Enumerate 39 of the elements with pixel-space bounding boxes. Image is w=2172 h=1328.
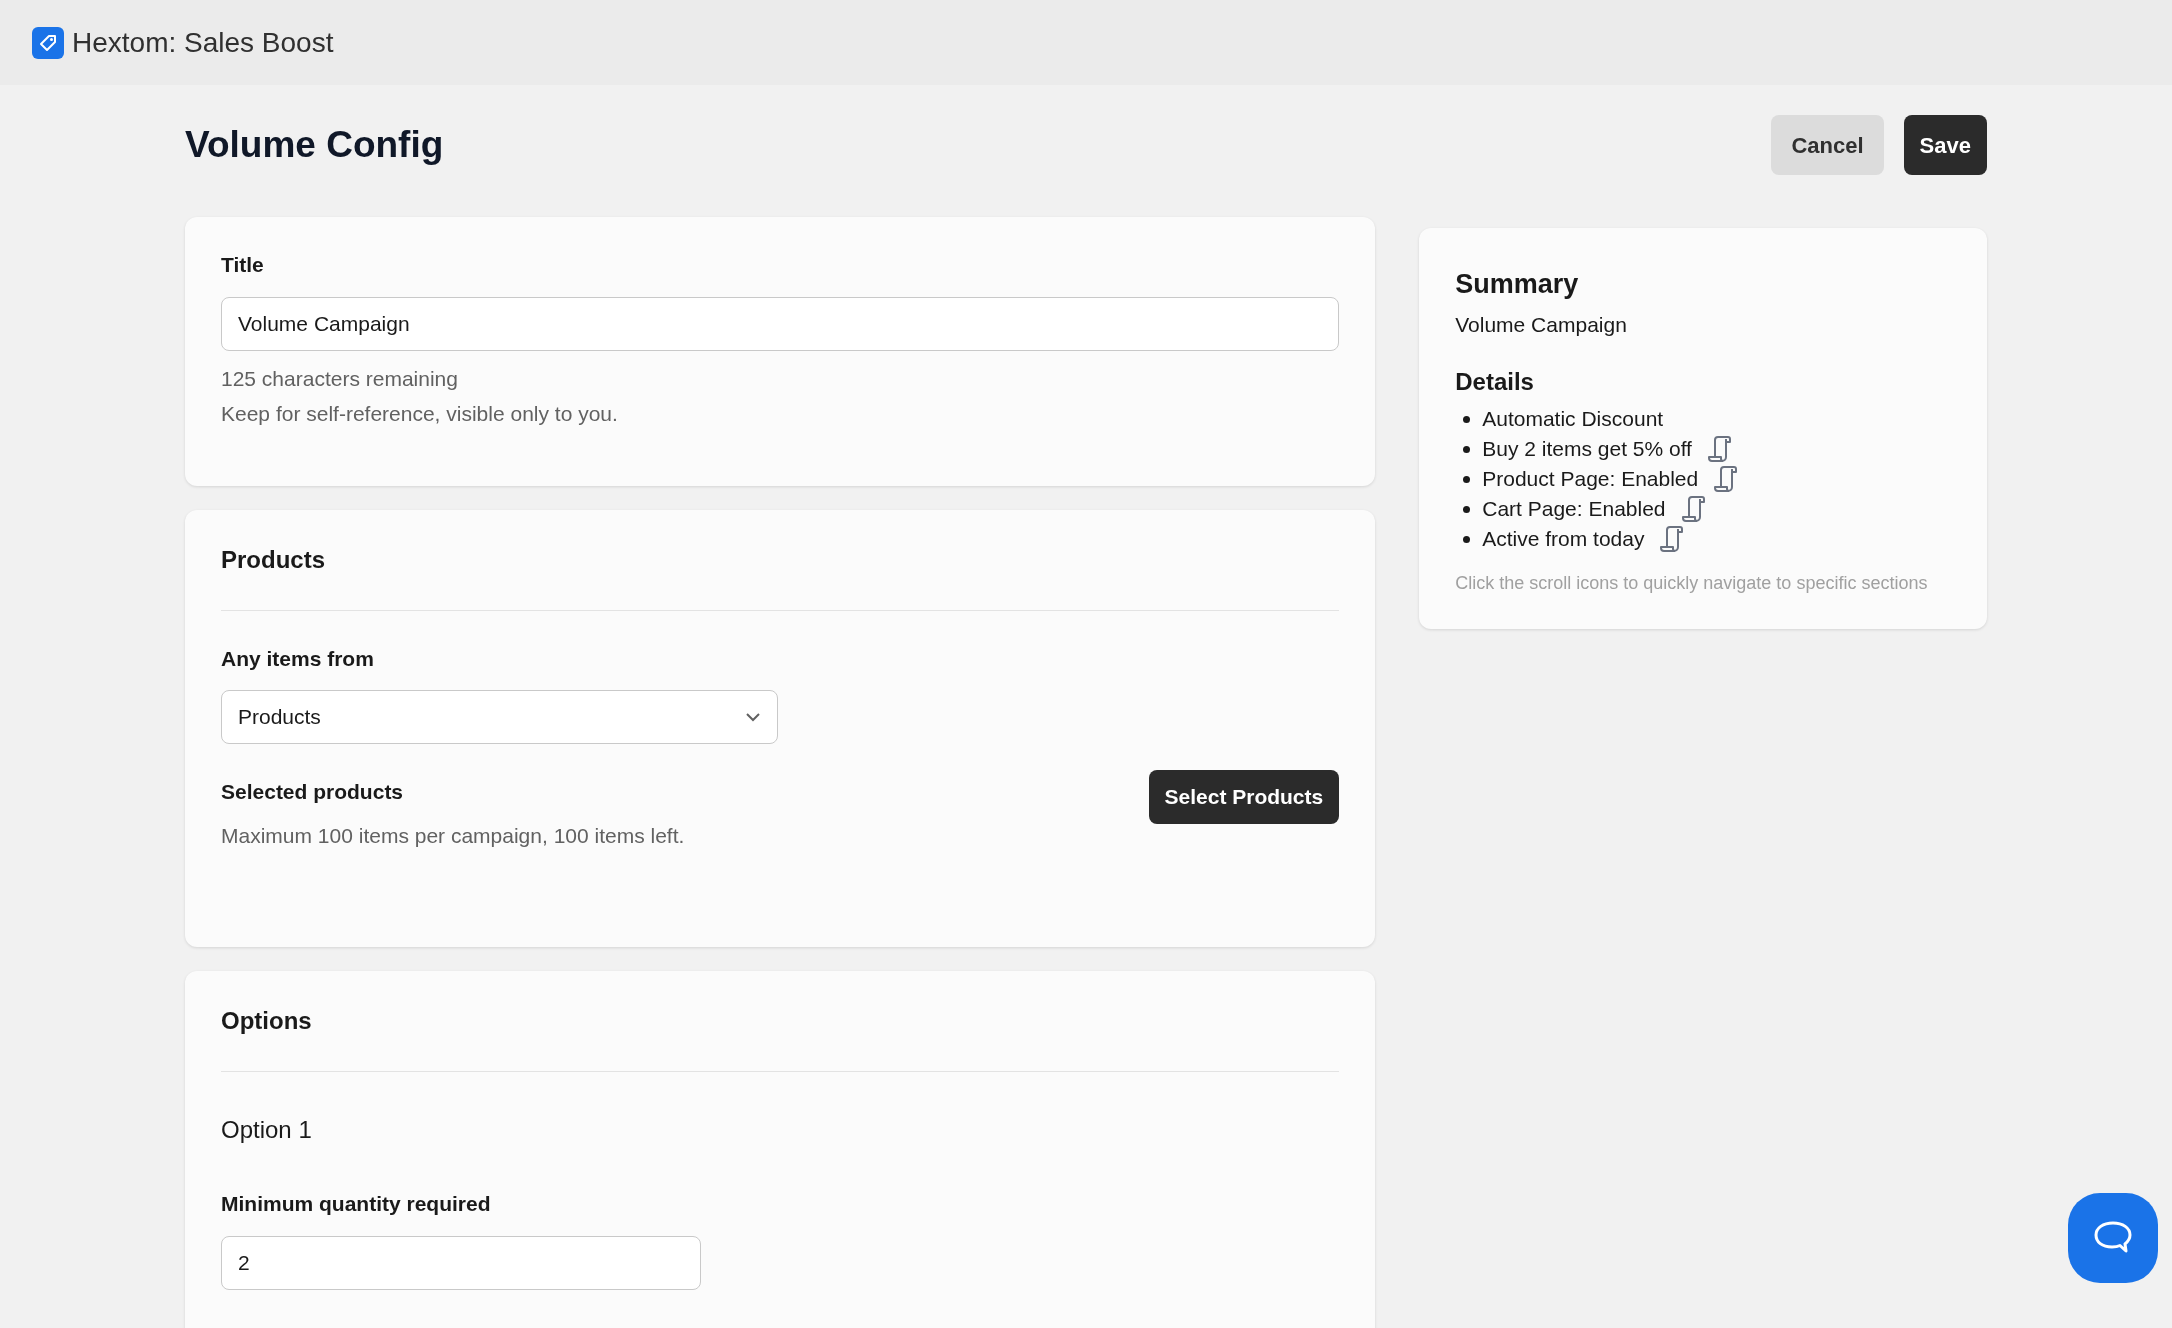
detail-item: Product Page: Enabled — [1482, 466, 1699, 493]
save-button[interactable]: Save — [1903, 115, 1987, 175]
detail-item: Cart Page: Enabled — [1482, 496, 1666, 523]
chevron-down-icon — [745, 712, 761, 722]
detail-item: Active from today — [1482, 526, 1645, 553]
bullet-icon — [1463, 505, 1471, 513]
bullet-icon — [1463, 445, 1471, 453]
cancel-button[interactable]: Cancel — [1771, 115, 1884, 175]
character-counter: 125 characters remaining — [221, 365, 459, 392]
bullet-icon — [1463, 475, 1471, 483]
summary-heading: Summary — [1455, 268, 1580, 301]
bullet-icon — [1463, 415, 1471, 423]
quantity-input[interactable]: 2 — [221, 1235, 701, 1290]
select-products-button[interactable]: Select Products — [1148, 770, 1340, 824]
scroll-icon[interactable] — [1681, 495, 1706, 523]
detail-item: Automatic Discount — [1482, 406, 1664, 433]
help-text: Keep for self-reference, visible only to you. — [221, 401, 619, 427]
field-label: Any items from — [221, 645, 375, 672]
option-title: Option 1 — [221, 1115, 313, 1145]
detail-item: Buy 2 items get 5% off — [1482, 436, 1692, 463]
scroll-icon[interactable] — [1660, 525, 1685, 553]
products-dropdown[interactable]: Products — [221, 690, 778, 744]
chat-button[interactable] — [2068, 1193, 2158, 1283]
page-title: Volume Config — [185, 123, 444, 168]
tag-icon — [32, 26, 64, 59]
scroll-icon[interactable] — [1714, 465, 1739, 493]
section-heading: Products — [221, 541, 1340, 611]
app-title: Hextom: Sales Boost — [72, 25, 334, 60]
field-label: Title — [221, 252, 265, 278]
campaign-name: Volume Campaign — [1455, 311, 1628, 338]
field-label: Selected products — [221, 779, 405, 805]
help-note: Click the scroll icons to quickly navigate to specific sections — [1455, 572, 1929, 595]
section-heading: Options — [221, 1003, 1340, 1072]
scroll-icon[interactable] — [1707, 435, 1732, 463]
title-input[interactable]: Volume Campaign — [221, 296, 1340, 351]
help-text: Maximum 100 items per campaign, 100 items left. — [221, 822, 685, 849]
field-label: Minimum quantity required — [221, 1191, 492, 1217]
bullet-icon — [1463, 535, 1471, 543]
details-heading: Details — [1455, 367, 1535, 397]
